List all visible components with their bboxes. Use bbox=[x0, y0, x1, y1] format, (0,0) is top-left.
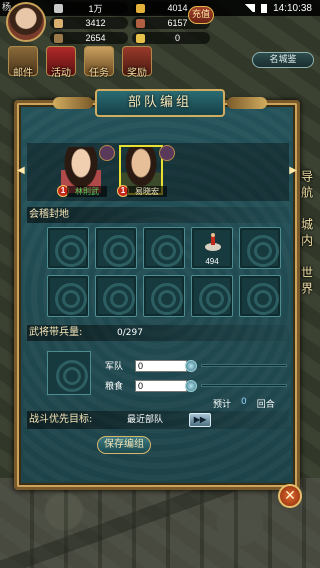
target-label: 战斗优先目标: bbox=[29, 414, 93, 425]
resource-panel: 1万 4014 3412 6157 2654 0 bbox=[50, 2, 210, 44]
recharge-button[interactable]: 充值 bbox=[188, 6, 214, 24]
signal-icon bbox=[243, 4, 256, 12]
formation-slot[interactable] bbox=[239, 275, 281, 317]
formation-slot[interactable] bbox=[239, 227, 281, 269]
event-label: 活动 bbox=[51, 68, 71, 79]
resource-silver: 1万 bbox=[50, 2, 128, 14]
formation-slot[interactable] bbox=[191, 275, 233, 317]
estimate-label: 预计 bbox=[213, 400, 232, 410]
formation-slot[interactable] bbox=[95, 275, 137, 317]
hero-skill-icon bbox=[99, 145, 115, 161]
hero-card[interactable]: 1 林則武 bbox=[57, 145, 115, 197]
formation-slot-grid: 494 bbox=[47, 227, 281, 317]
event-button[interactable]: 活动 bbox=[46, 46, 76, 79]
troop-formation-dialog: 部队编组 ◀ ▶ 1 林則武 1 易晓宏 会稽封地 494 武将带兵量: 0/2… bbox=[14, 89, 300, 490]
target-value: 最近部队 bbox=[127, 415, 164, 425]
hero-name: 林則武 bbox=[67, 186, 107, 197]
troops-icon bbox=[136, 18, 145, 28]
territory-label: 会稽封地 bbox=[27, 207, 289, 223]
army-label: 军队 bbox=[105, 362, 124, 372]
capacity-value: 0/297 bbox=[117, 328, 143, 338]
formation-slot[interactable] bbox=[143, 227, 185, 269]
army-row: 军队 bbox=[105, 359, 287, 372]
grain-label: 粮食 bbox=[105, 382, 124, 392]
troop-count: 494 bbox=[205, 257, 219, 266]
side-item-city[interactable]: 城内 bbox=[299, 218, 316, 250]
grain-slider-knob[interactable] bbox=[185, 379, 197, 392]
target-switch-button[interactable]: ▶▶ bbox=[189, 413, 211, 427]
formation-slot[interactable] bbox=[47, 275, 89, 317]
hero-skill-icon bbox=[159, 145, 175, 161]
general-slot[interactable] bbox=[47, 351, 91, 395]
wood-icon bbox=[54, 33, 63, 43]
side-item-navigation[interactable]: 导航 bbox=[299, 170, 316, 202]
formation-slot[interactable] bbox=[95, 227, 137, 269]
estimate-value: 0 bbox=[241, 397, 247, 407]
battery-icon bbox=[261, 3, 268, 13]
reward-button[interactable]: 奖励 bbox=[122, 46, 152, 79]
formation-slot-troop[interactable]: 494 bbox=[191, 227, 233, 269]
capacity-row: 武将带兵量: 0/297 bbox=[27, 325, 289, 341]
resource-ingot: 0 bbox=[132, 32, 210, 44]
hero-scroll-right-icon[interactable]: ▶ bbox=[289, 165, 297, 176]
side-item-world[interactable]: 世界 bbox=[299, 266, 316, 298]
grain-input[interactable] bbox=[135, 379, 187, 392]
resource-wood: 2654 bbox=[50, 32, 128, 44]
famous-city-button[interactable]: 名城鉴 bbox=[252, 52, 314, 68]
clock: 14:10:38 bbox=[273, 2, 312, 14]
task-button[interactable]: 任务 bbox=[84, 46, 114, 79]
mail-button[interactable]: 邮件 bbox=[8, 46, 38, 79]
player-name: 杨 bbox=[2, 3, 12, 13]
grain-row: 粮食 bbox=[105, 379, 287, 392]
top-nav: 邮件 活动 任务 奖励 bbox=[8, 46, 152, 79]
reward-label: 奖励 bbox=[127, 68, 147, 79]
mail-label: 邮件 bbox=[13, 68, 33, 79]
rounds-label: 回合 bbox=[256, 400, 275, 410]
side-menu: 导航 城内 世界 bbox=[298, 170, 316, 298]
dialog-title: 部队编组 bbox=[53, 89, 225, 117]
formation-slot[interactable] bbox=[143, 275, 185, 317]
close-icon[interactable]: ✕ bbox=[278, 484, 302, 508]
task-label: 任务 bbox=[89, 68, 109, 79]
hero-scroll-left-icon[interactable]: ◀ bbox=[17, 165, 25, 176]
battle-target-row: 战斗优先目标: 最近部队 ▶▶ bbox=[27, 411, 289, 429]
save-formation-button[interactable]: 保存编组 bbox=[97, 436, 151, 454]
capacity-label: 武将带兵量: bbox=[29, 327, 83, 338]
player-info-bar: 杨 1万 4014 3412 6157 2654 0 充值 bbox=[0, 0, 230, 44]
estimate-rounds: 预计 0 回合 bbox=[213, 397, 275, 410]
ingot-icon bbox=[136, 33, 145, 43]
hero-name: 易晓宏 bbox=[127, 186, 167, 197]
formation-slot[interactable] bbox=[47, 227, 89, 269]
hero-card-selected[interactable]: 1 易晓宏 bbox=[117, 145, 175, 197]
resource-food: 3412 bbox=[50, 17, 128, 29]
cavalry-icon bbox=[205, 233, 221, 251]
army-slider-track[interactable] bbox=[201, 364, 287, 367]
grain-slider-track[interactable] bbox=[201, 384, 287, 387]
army-input[interactable] bbox=[135, 359, 187, 372]
food-icon bbox=[54, 18, 63, 28]
silver-icon bbox=[54, 3, 63, 13]
player-avatar[interactable] bbox=[6, 2, 46, 42]
gold-icon bbox=[136, 3, 145, 13]
army-slider-knob[interactable] bbox=[185, 359, 197, 372]
